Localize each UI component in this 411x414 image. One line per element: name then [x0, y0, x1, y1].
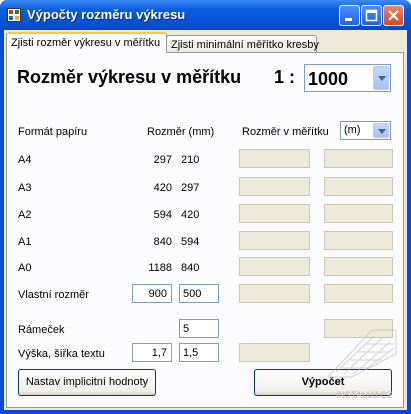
watermark-text: INSTALUJ.CZ: [336, 390, 393, 400]
minimize-icon: [345, 18, 352, 21]
row-height-a2: 420: [181, 209, 200, 221]
tab-min-scale[interactable]: Zjisti minimální měřítko kresby: [166, 35, 319, 53]
app-window: Výpočty rozměru výkresu Zjisti rozměr vý…: [0, 0, 411, 414]
result-width-a3: [239, 177, 310, 196]
row-width-a4: 297: [153, 154, 172, 166]
minimize-button[interactable]: [339, 5, 360, 26]
custom-height-input[interactable]: 500: [179, 284, 219, 303]
scale-select[interactable]: 1000: [304, 64, 391, 92]
result-height-a1: [324, 231, 393, 250]
text-width-input[interactable]: 1,5: [179, 343, 219, 362]
row-label-a1: A1: [18, 236, 32, 248]
result-height-a2: [324, 204, 393, 223]
row-label-a4: A4: [18, 154, 32, 166]
chevron-down-icon[interactable]: [373, 123, 389, 138]
set-defaults-button[interactable]: Nastav implicitní hodnoty: [18, 369, 156, 396]
row-width-a2: 594: [153, 209, 172, 221]
window-title: Výpočty rozměru výkresu: [27, 7, 186, 22]
custom-label: Vlastní rozměr: [18, 289, 89, 301]
result-text-size: [239, 343, 310, 362]
result-width-a1: [239, 231, 310, 250]
custom-width-input[interactable]: 900: [132, 284, 172, 303]
frame-input[interactable]: 5: [179, 319, 219, 338]
result-height-a4: [324, 149, 393, 168]
result-height-a0: [324, 257, 393, 276]
row-height-a0: 840: [181, 262, 200, 274]
result-height-a3: [324, 177, 393, 196]
app-icon: [7, 8, 21, 22]
result-width-a0: [239, 257, 310, 276]
unit-select-value: (m): [344, 124, 361, 136]
row-width-a1: 840: [153, 236, 172, 248]
result-width-custom: [239, 284, 310, 303]
row-height-a4: 210: [181, 154, 200, 166]
row-height-a1: 594: [181, 236, 200, 248]
header-size: Rozměr (mm): [147, 126, 215, 138]
text-size-label: Výška, šířka textu: [18, 348, 105, 360]
tab-scaled-size[interactable]: Zjisti rozměr výkresu v měřítku: [6, 32, 167, 53]
row-label-a3: A3: [18, 182, 32, 194]
unit-select[interactable]: (m): [340, 121, 391, 140]
row-label-a0: A0: [18, 262, 32, 274]
result-height-custom: [324, 284, 393, 303]
maximize-icon: [365, 9, 378, 22]
ratio-prefix: 1 :: [274, 67, 296, 87]
result-width-a4: [239, 149, 310, 168]
text-height-input[interactable]: 1,7: [132, 343, 172, 362]
result-width-a2: [239, 204, 310, 223]
row-width-a3: 420: [153, 182, 172, 194]
row-label-a2: A2: [18, 209, 32, 221]
maximize-button[interactable]: [361, 5, 382, 26]
close-icon: [388, 10, 399, 21]
row-height-a3: 297: [181, 182, 200, 194]
header-scaled: Rozměr v měřítku: [242, 126, 329, 138]
chevron-down-icon[interactable]: [373, 66, 389, 90]
tab-strip: Zjisti rozměr výkresu v měřítku Zjisti m…: [4, 30, 407, 53]
scale-select-value: 1000: [308, 69, 349, 89]
close-button[interactable]: [383, 5, 404, 26]
page-title: Rozměr výkresu v měřítku: [17, 67, 242, 87]
row-width-a0: 1188: [148, 262, 172, 274]
header-format: Formát papíru: [18, 126, 88, 138]
watermark-logo: [326, 329, 397, 378]
frame-label: Rámeček: [18, 324, 65, 336]
title-bar[interactable]: Výpočty rozměru výkresu: [0, 0, 411, 30]
